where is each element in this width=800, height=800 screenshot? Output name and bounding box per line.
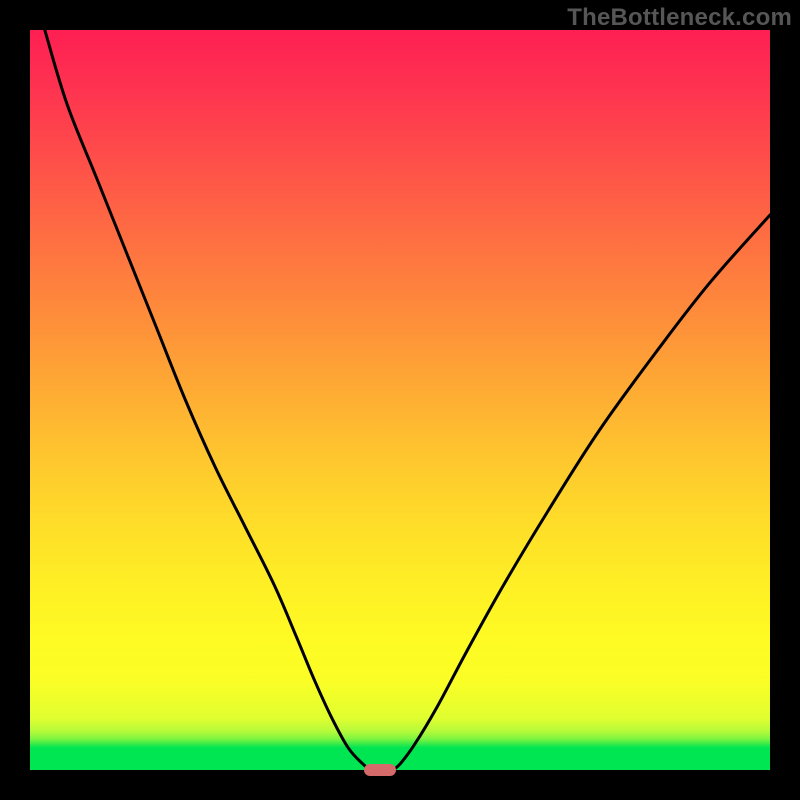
minimum-marker xyxy=(364,764,396,776)
chart-frame: TheBottleneck.com xyxy=(0,0,800,800)
curve-right-curve xyxy=(393,215,770,770)
watermark-text: TheBottleneck.com xyxy=(567,4,792,32)
curve-layer xyxy=(30,30,770,770)
curve-left-curve xyxy=(45,30,371,770)
plot-area xyxy=(30,30,770,770)
